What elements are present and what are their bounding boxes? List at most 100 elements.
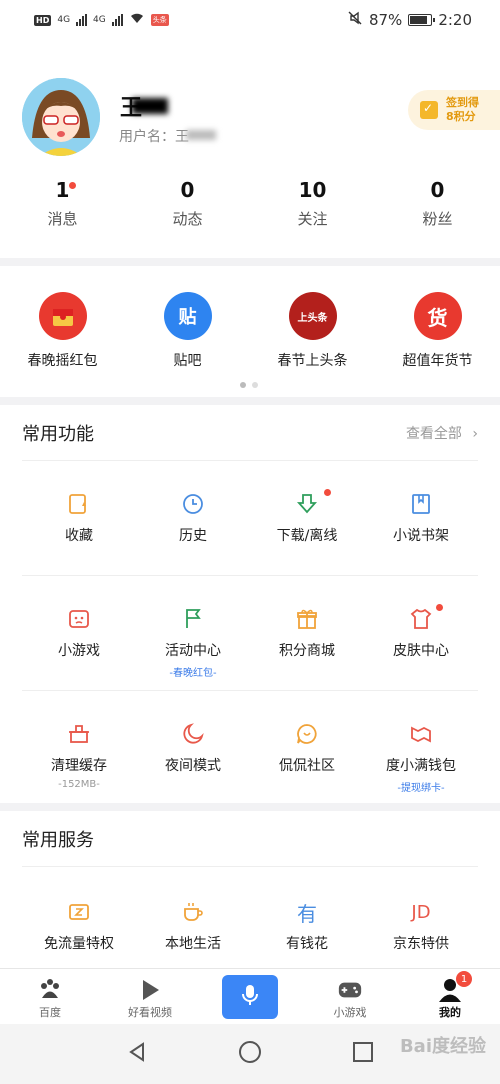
app-badge: 头条 [150,14,169,26]
checkin-button[interactable]: 签到得 8积分 [408,90,500,130]
func-sublabel: -152MB- [58,779,100,790]
status-bar: HD 4G 4G 头条 87% 2:20 [0,0,500,40]
func-wallet[interactable]: 度小满钱包 -提现绑卡- [364,691,478,806]
recents-icon[interactable] [352,1041,374,1067]
baidu-paw-icon [37,977,63,1003]
play-icon [137,977,163,1003]
stat-followers[interactable]: 0 粉丝 [375,178,500,229]
red-envelope-icon [38,292,87,340]
skin-icon [408,606,434,632]
stat-messages[interactable]: 1 消息 [0,178,125,229]
carousel-dots [240,382,258,388]
account-redaction [186,130,216,140]
promo-spring-redpacket[interactable]: 春晚摇红包 [0,292,125,370]
data-free-icon [66,899,92,925]
checkin-line1: 签到得 [446,96,479,109]
func-label: 积分商城 [279,643,335,659]
clock: 2:20 [438,11,472,29]
func-bookshelf[interactable]: 小说书架 [364,461,478,575]
battery-percent: 87% [368,11,403,29]
common-services-section: 常用服务 免流量特权 本地生活 有 有钱花 JD 京东特供 [0,811,500,968]
func-community[interactable]: 侃侃社区 [250,691,364,806]
func-clear-cache[interactable]: 清理缓存 -152MB- [22,691,136,806]
network-4g-1: 4G [57,15,71,25]
tab-games[interactable]: 小游戏 [300,969,400,1024]
tab-label: 小游戏 [333,1006,367,1019]
func-points-mall[interactable]: 积分商城 [250,576,364,690]
func-skin-center[interactable]: 皮肤中心 [364,576,478,690]
stat-value: 1 [55,178,70,202]
func-activity-center[interactable]: 活动中心 -春晚红包- [136,576,250,690]
download-icon [294,491,320,517]
network-4g-2: 4G [93,15,106,25]
avatar[interactable] [22,78,100,156]
function-row: 清理缓存 -152MB- 夜间模式 侃侃社区 度小满钱包 -提现绑卡- [22,691,478,806]
func-label: 清理缓存 [51,758,107,774]
favorite-icon [66,491,92,517]
promo-newyear-goods[interactable]: 货 超值年货节 [375,292,500,370]
promo-headline[interactable]: 上头条 春节上头条 [250,292,375,370]
func-label: 度小满钱包 [386,758,456,774]
tab-voice[interactable] [200,969,300,1024]
notification-badge: 1 [456,971,472,987]
checkin-line2: 8积分 [446,110,476,123]
section-title: 常用功能 [22,423,94,445]
func-label: 下载/离线 [276,528,338,544]
func-label: 皮肤中心 [393,643,449,659]
tab-baidu[interactable]: 百度 [0,969,100,1024]
promo-label: 贴吧 [173,353,202,369]
hd-indicator: HD [34,14,52,26]
view-all-link[interactable]: 查看全部 › [406,423,478,443]
section-title: 常用服务 [22,829,94,851]
tab-video[interactable]: 好看视频 [100,969,200,1024]
back-icon[interactable] [126,1041,148,1067]
stat-value: 0 [430,178,445,202]
signal-icon [111,14,123,26]
func-history[interactable]: 历史 [136,461,250,575]
service-label: 京东特供 [393,936,449,952]
stat-activity[interactable]: 0 动态 [125,178,250,229]
voice-search-button[interactable] [222,975,278,1019]
battery-icon [408,14,436,26]
stat-following[interactable]: 10 关注 [250,178,375,229]
service-label: 有钱花 [286,936,328,952]
func-mini-games[interactable]: 小游戏 [22,576,136,690]
service-youqianhua[interactable]: 有 有钱花 [250,867,364,967]
stat-label: 消息 [47,210,78,228]
tab-me[interactable]: 1 我的 [400,969,500,1024]
service-local-life[interactable]: 本地生活 [136,867,250,967]
service-jd[interactable]: JD 京东特供 [364,867,478,967]
common-functions-section: 常用功能 查看全部 › 收藏 历史 下载/离线 小说书架 小游戏 活动中心 -春… [0,405,500,803]
money-icon: 有 [297,901,317,926]
home-icon[interactable] [238,1040,262,1068]
service-label: 免流量特权 [44,936,114,952]
func-label: 小游戏 [58,643,100,659]
stat-label: 粉丝 [422,210,453,228]
coffee-icon [180,899,206,925]
func-label: 小说书架 [393,528,449,544]
func-label: 历史 [179,528,207,544]
func-sublabel: -提现绑卡- [397,783,445,794]
profile-card: 王 用户名：王 签到得 8积分 1 消息 0 动态 10 关注 0 粉丝 [0,40,500,258]
gift-icon [294,606,320,632]
func-download[interactable]: 下载/离线 [250,461,364,575]
tieba-icon: 贴 [163,292,212,340]
func-label: 活动中心 [165,643,221,659]
func-night-mode[interactable]: 夜间模式 [136,691,250,806]
account-name: 用户名：王 [119,129,189,145]
stat-label: 动态 [172,210,203,228]
headline-icon: 上头条 [288,292,337,340]
new-dot [436,604,443,611]
promo-row: 春晚摇红包 贴 贴吧 上头条 春节上头条 货 超值年货节 [0,266,500,397]
function-row: 小游戏 活动中心 -春晚红包- 积分商城 皮肤中心 [22,576,478,691]
func-favorite[interactable]: 收藏 [22,461,136,575]
stat-value: 10 [298,178,327,202]
service-data-free[interactable]: 免流量特权 [22,867,136,967]
service-row: 免流量特权 本地生活 有 有钱花 JD 京东特供 [22,867,478,967]
func-label: 夜间模式 [165,758,221,774]
func-label: 收藏 [65,528,93,544]
func-sublabel: -春晚红包- [169,668,217,679]
func-label: 侃侃社区 [279,758,335,774]
promo-tieba[interactable]: 贴 贴吧 [125,292,250,370]
promo-label: 春节上头条 [277,353,348,369]
